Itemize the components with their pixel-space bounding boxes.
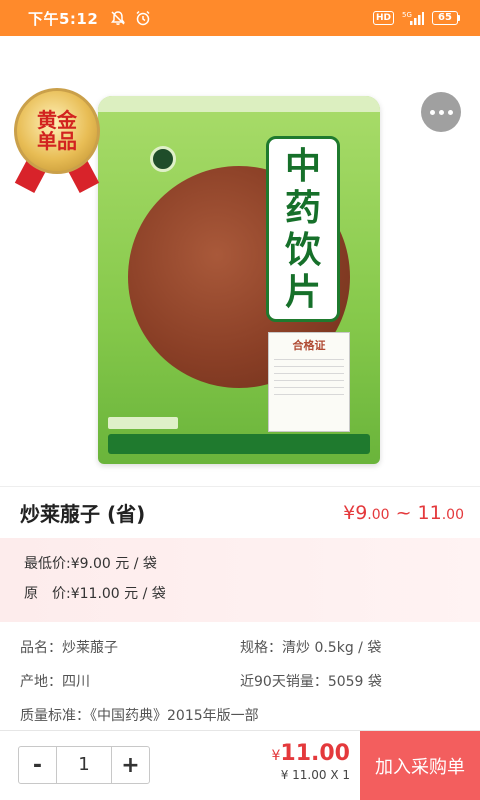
order-total: ¥11.00 ¥ 11.00 X 1 (271, 741, 350, 782)
price-range: ¥9.00 ~ 11.00 (343, 501, 464, 524)
product-image-carousel[interactable]: 中 药 饮 片 合格证 黄金 单品 1/2 (0, 36, 480, 485)
decrease-quantity-button[interactable]: - (19, 747, 57, 783)
certificate-label: 合格证 (268, 332, 350, 432)
min-price-row: 最低价:¥9.00 元 / 袋 (24, 556, 157, 572)
spec-origin: 产地：四川 (20, 674, 90, 690)
product-photo: 中 药 饮 片 合格证 (98, 96, 380, 464)
total-detail: ¥ 11.00 X 1 (280, 768, 350, 782)
spec-size: 规格：清炒 0.5kg / 袋 (240, 640, 382, 656)
bag-title: 中 药 饮 片 (266, 136, 340, 322)
more-dots-icon (429, 109, 435, 115)
svg-text:5G: 5G (402, 11, 412, 19)
battery-level: 65 (432, 11, 458, 25)
status-right: HD 5G 65 (372, 10, 460, 26)
add-to-purchase-list-button[interactable]: 加入采购单 (360, 731, 480, 800)
manufacturer-banner (108, 434, 370, 454)
quantity-input[interactable]: 1 (57, 747, 111, 783)
status-bar: 下午5:12 HD 5G 65 (0, 0, 480, 36)
status-left-icons (110, 9, 152, 27)
original-price-row: 原 价:¥11.00 元 / 袋 (24, 586, 166, 602)
alarm-icon (136, 10, 150, 26)
more-options-button[interactable] (421, 92, 461, 132)
total-price: ¥11.00 (271, 741, 350, 766)
brand-logo-icon (150, 146, 176, 172)
gmp-tag (108, 417, 178, 429)
status-time: 下午5:12 (28, 9, 99, 28)
product-title: 炒莱菔子 (省) (20, 502, 146, 526)
increase-quantity-button[interactable]: + (111, 747, 149, 783)
spec-standard: 质量标准：《中国药典》2015年版一部 (20, 708, 259, 724)
spec-section: 品名：炒莱菔子 规格：清炒 0.5kg / 袋 产地：四川 近90天销量：505… (0, 622, 480, 730)
price-section: 最低价:¥9.00 元 / 袋 原 价:¥11.00 元 / 袋 (0, 538, 480, 622)
product-title-row: 炒莱菔子 (省) ¥9.00 ~ 11.00 (0, 486, 480, 538)
signal-icon: 5G (402, 11, 424, 25)
spec-name: 品名：炒莱菔子 (20, 640, 118, 656)
battery-icon: 65 (432, 11, 460, 25)
gold-product-badge: 黄金 单品 (14, 88, 100, 194)
notification-muted-icon (111, 11, 126, 25)
hd-icon: HD (372, 11, 394, 25)
quantity-stepper: - 1 + (18, 746, 150, 784)
bottom-action-bar: - 1 + ¥11.00 ¥ 11.00 X 1 加入采购单 (0, 730, 480, 800)
spec-sales: 近90天销量：5059 袋 (240, 674, 382, 690)
